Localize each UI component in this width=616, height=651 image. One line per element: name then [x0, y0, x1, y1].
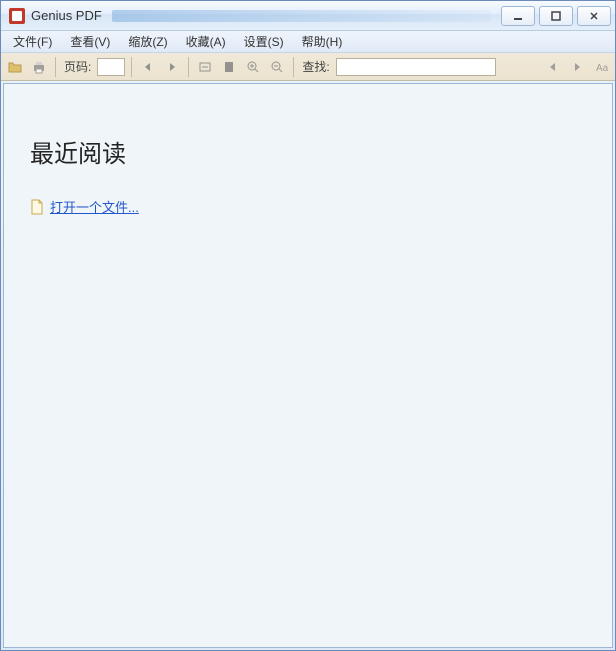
titlebar: Genius PDF [1, 1, 615, 31]
menu-help[interactable]: 帮助(H) [294, 31, 351, 52]
triangle-right-icon [571, 61, 583, 73]
recent-heading: 最近阅读 [30, 134, 586, 169]
match-icon: Aa [594, 60, 608, 74]
find-input[interactable] [336, 58, 496, 76]
menu-zoom[interactable]: 缩放(Z) [120, 31, 175, 52]
zoom-out-button[interactable] [267, 57, 287, 77]
minimize-icon [512, 10, 524, 22]
find-label: 查找: [300, 58, 331, 75]
printer-icon [31, 59, 47, 75]
separator [55, 57, 56, 77]
maximize-icon [550, 10, 562, 22]
arrow-left-icon [141, 60, 155, 74]
close-icon [588, 10, 600, 22]
fit-page-icon [222, 60, 236, 74]
title-decoration [112, 10, 491, 22]
page-input[interactable] [97, 58, 125, 76]
open-button[interactable] [5, 57, 25, 77]
fit-width-button[interactable] [195, 57, 215, 77]
print-button[interactable] [29, 57, 49, 77]
zoom-out-icon [270, 60, 284, 74]
menu-favorites[interactable]: 收藏(A) [178, 31, 234, 52]
content-area: 最近阅读 打开一个文件... [3, 83, 613, 648]
menubar: 文件(F) 查看(V) 缩放(Z) 收藏(A) 设置(S) 帮助(H) [1, 31, 615, 53]
menu-settings[interactable]: 设置(S) [236, 31, 292, 52]
app-icon [9, 8, 25, 24]
next-page-button[interactable] [162, 57, 182, 77]
minimize-button[interactable] [501, 6, 535, 26]
separator [188, 57, 189, 77]
open-file-row: 打开一个文件... [30, 197, 586, 216]
zoom-in-button[interactable] [243, 57, 263, 77]
window-title: Genius PDF [31, 8, 102, 23]
find-prev-button[interactable] [543, 57, 563, 77]
find-next-button[interactable] [567, 57, 587, 77]
window-controls [501, 6, 611, 26]
svg-text:Aa: Aa [596, 63, 608, 74]
menu-file[interactable]: 文件(F) [5, 31, 60, 52]
close-button[interactable] [577, 6, 611, 26]
find-options-button[interactable]: Aa [591, 57, 611, 77]
prev-page-button[interactable] [138, 57, 158, 77]
separator [293, 57, 294, 77]
maximize-button[interactable] [539, 6, 573, 26]
toolbar: 页码: 查找: Aa [1, 53, 615, 81]
document-icon [30, 199, 44, 215]
fit-width-icon [198, 60, 212, 74]
zoom-in-icon [246, 60, 260, 74]
triangle-left-icon [547, 61, 559, 73]
fit-page-button[interactable] [219, 57, 239, 77]
open-file-link[interactable]: 打开一个文件... [50, 197, 139, 216]
app-window: Genius PDF 文件(F) 查看(V) 缩放(Z) 收藏(A) 设置(S)… [0, 0, 616, 651]
menu-view[interactable]: 查看(V) [62, 31, 118, 52]
folder-open-icon [7, 59, 23, 75]
separator [131, 57, 132, 77]
page-label: 页码: [62, 58, 93, 75]
arrow-right-icon [165, 60, 179, 74]
